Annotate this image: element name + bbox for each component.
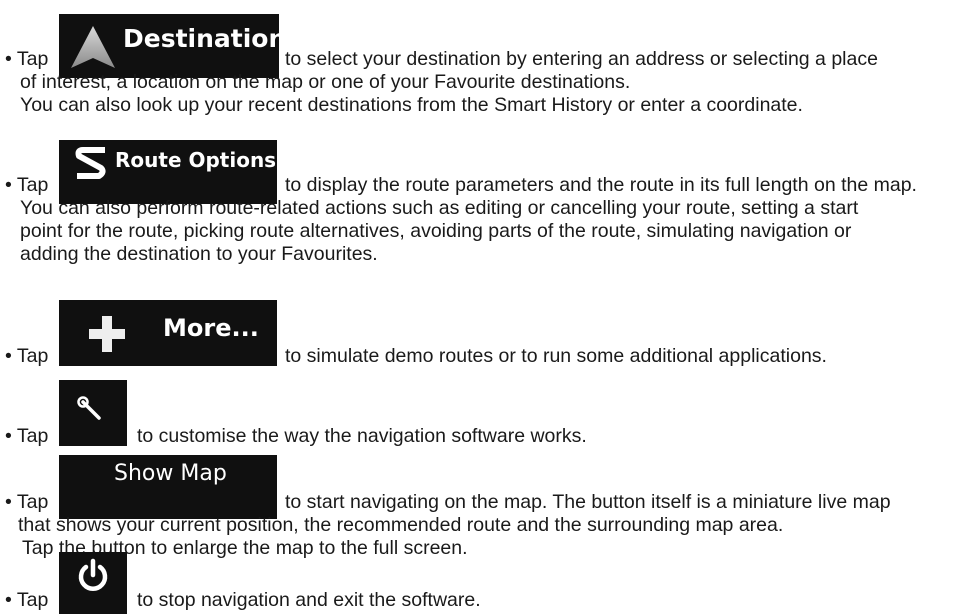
show-map-label: Show Map [114,461,227,486]
exit-button[interactable] [59,552,127,614]
destination-label: Destination [123,24,279,53]
destination-button[interactable]: Destination [59,14,279,78]
power-icon [78,558,108,591]
route-options-button[interactable]: Route Options [59,140,277,204]
item-text-line: that shows your current position, the re… [18,514,784,536]
item-text-line: to simulate demo routes or to run some a… [285,345,827,367]
route-options-label: Route Options [115,148,277,172]
item-text-line: to display the route parameters and the … [285,174,917,196]
settings-button[interactable] [59,380,127,446]
bullet-tap: • Tap [5,425,49,447]
item-text-line: You can also look up your recent destina… [20,94,803,116]
more-label: More... [163,314,259,342]
bullet-tap: • Tap [5,491,49,513]
route-s-icon [75,147,106,179]
item-text-line: to customise the way the navigation soft… [137,425,587,447]
item-text-line: to stop navigation and exit the software… [137,589,481,611]
wrench-icon [77,396,101,420]
more-button[interactable]: More... [59,300,277,366]
navigation-arrow-icon [71,26,115,68]
item-text-line: point for the route, picking route alter… [20,220,852,242]
plus-icon [89,316,125,352]
item-text-line: You can also perform route-related actio… [20,197,859,219]
show-map-button[interactable]: Show Map [59,455,277,519]
item-text-line: of interest, a location on the map or on… [20,71,631,93]
bullet-tap: • Tap [5,174,49,196]
bullet-tap: • Tap [5,589,49,611]
bullet-tap: • Tap [5,48,49,70]
bullet-tap: • Tap [5,345,49,367]
item-text-line: to select your destination by entering a… [285,48,878,70]
item-text-line: to start navigating on the map. The butt… [285,491,891,513]
item-text-line: adding the destination to your Favourite… [20,243,378,265]
